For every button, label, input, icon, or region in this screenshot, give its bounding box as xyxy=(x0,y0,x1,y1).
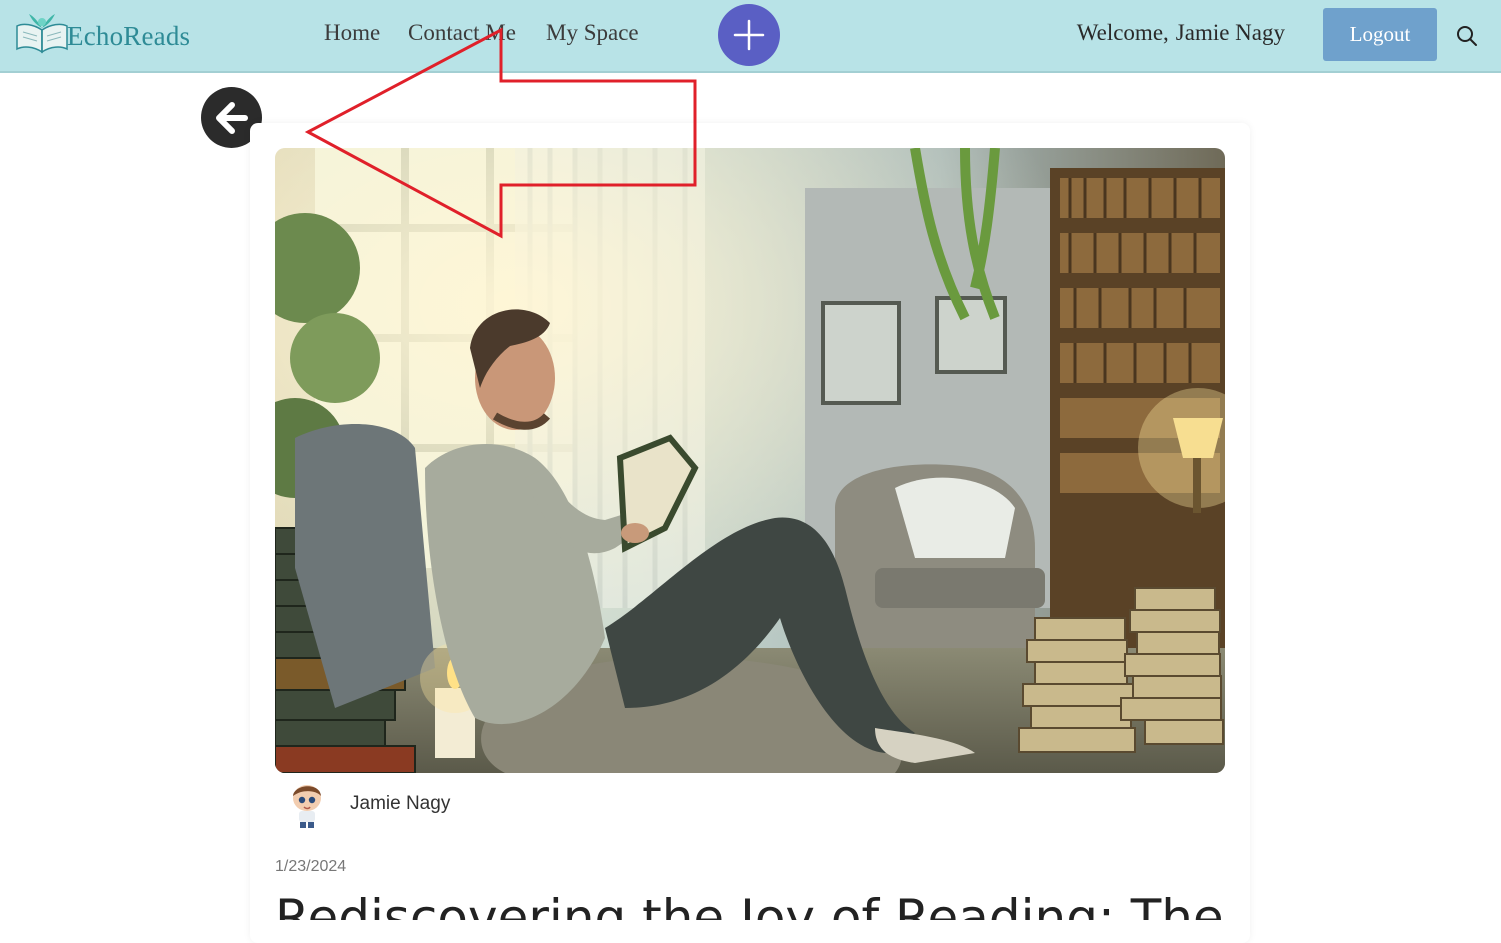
logout-button[interactable]: Logout xyxy=(1323,8,1437,61)
nav-contact-link[interactable]: Contact Me xyxy=(408,20,516,46)
nav-my-space-link[interactable]: My Space xyxy=(546,20,639,46)
open-book-logo-icon xyxy=(16,14,68,54)
post-hero-image xyxy=(275,148,1225,773)
post-date: 1/23/2024 xyxy=(275,858,347,875)
add-post-button[interactable] xyxy=(718,4,780,66)
author-name[interactable]: Jamie Nagy xyxy=(350,793,450,815)
plus-icon xyxy=(733,19,765,51)
author-avatar[interactable] xyxy=(280,778,334,832)
nav-home-link[interactable]: Home xyxy=(324,20,380,46)
search-icon xyxy=(1457,26,1477,46)
post-title: Rediscovering the Joy of Reading: The xyxy=(275,889,1224,920)
brand-name: EchoReads xyxy=(67,20,191,51)
arrow-left-icon xyxy=(215,101,248,134)
top-navbar: EchoReads Home Contact Me My Space Welco… xyxy=(0,0,1501,73)
reading-man-illustration xyxy=(275,148,1225,773)
search-button[interactable] xyxy=(1455,24,1479,48)
logo[interactable]: EchoReads xyxy=(15,12,190,60)
welcome-prefix: Welcome, xyxy=(1076,20,1169,45)
welcome-user-name: Jamie Nagy xyxy=(1175,20,1285,45)
welcome-message: Welcome, Jamie Nagy xyxy=(1077,20,1285,46)
